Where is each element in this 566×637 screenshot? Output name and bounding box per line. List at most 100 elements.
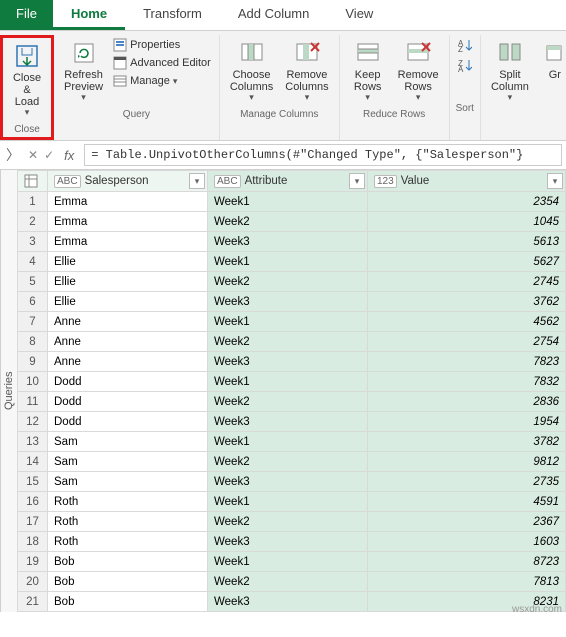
cell-salesperson[interactable]: Dodd (48, 372, 208, 392)
cell-value[interactable]: 3762 (368, 292, 566, 312)
cell-value[interactable]: 2735 (368, 472, 566, 492)
cell-attribute[interactable]: Week3 (208, 352, 368, 372)
choose-columns-button[interactable]: Choose Columns (226, 37, 277, 105)
cell-salesperson[interactable]: Emma (48, 212, 208, 232)
table-row[interactable]: 7AnneWeek14562 (18, 312, 566, 332)
cell-salesperson[interactable]: Emma (48, 192, 208, 212)
row-number[interactable]: 8 (18, 332, 48, 352)
row-number[interactable]: 5 (18, 272, 48, 292)
commit-formula-icon[interactable]: ✓ (44, 148, 54, 162)
cell-value[interactable]: 7823 (368, 352, 566, 372)
row-number[interactable]: 3 (18, 232, 48, 252)
table-row[interactable]: 3EmmaWeek35613 (18, 232, 566, 252)
filter-salesperson[interactable]: ▾ (189, 173, 205, 189)
cell-value[interactable]: 2745 (368, 272, 566, 292)
table-row[interactable]: 9AnneWeek37823 (18, 352, 566, 372)
file-tab[interactable]: File (0, 0, 53, 30)
cell-value[interactable]: 5613 (368, 232, 566, 252)
view-tab[interactable]: View (327, 0, 391, 30)
keep-rows-button[interactable]: Keep Rows (346, 37, 390, 105)
cell-value[interactable]: 5627 (368, 252, 566, 272)
cancel-formula-icon[interactable]: ✕ (28, 148, 38, 162)
cell-salesperson[interactable]: Anne (48, 312, 208, 332)
table-row[interactable]: 16RothWeek14591 (18, 492, 566, 512)
cell-value[interactable]: 3782 (368, 432, 566, 452)
cell-salesperson[interactable]: Anne (48, 352, 208, 372)
cell-value[interactable]: 1603 (368, 532, 566, 552)
refresh-preview-button[interactable]: Refresh Preview (60, 37, 107, 105)
row-number[interactable]: 21 (18, 592, 48, 612)
cell-attribute[interactable]: Week3 (208, 292, 368, 312)
cell-salesperson[interactable]: Bob (48, 592, 208, 612)
queries-pane-tab[interactable]: Queries (0, 170, 17, 612)
cell-value[interactable]: 4591 (368, 492, 566, 512)
cell-salesperson[interactable]: Anne (48, 332, 208, 352)
properties-button[interactable]: Properties (111, 37, 213, 53)
cell-salesperson[interactable]: Dodd (48, 392, 208, 412)
cell-attribute[interactable]: Week2 (208, 572, 368, 592)
cell-salesperson[interactable]: Sam (48, 432, 208, 452)
row-number[interactable]: 19 (18, 552, 48, 572)
expand-queries-toggle[interactable]: 〉 (4, 145, 22, 165)
table-row[interactable]: 20BobWeek27813 (18, 572, 566, 592)
cell-value[interactable]: 4562 (368, 312, 566, 332)
cell-attribute[interactable]: Week2 (208, 392, 368, 412)
cell-attribute[interactable]: Week2 (208, 272, 368, 292)
cell-attribute[interactable]: Week3 (208, 472, 368, 492)
cell-attribute[interactable]: Week1 (208, 312, 368, 332)
home-tab[interactable]: Home (53, 0, 125, 30)
cell-value[interactable]: 9812 (368, 452, 566, 472)
cell-attribute[interactable]: Week2 (208, 332, 368, 352)
filter-value[interactable]: ▾ (547, 173, 563, 189)
add-column-tab[interactable]: Add Column (220, 0, 328, 30)
cell-attribute[interactable]: Week3 (208, 232, 368, 252)
formula-input[interactable]: = Table.UnpivotOtherColumns(#"Changed Ty… (84, 144, 562, 166)
cell-attribute[interactable]: Week3 (208, 592, 368, 612)
cell-attribute[interactable]: Week2 (208, 452, 368, 472)
table-row[interactable]: 1EmmaWeek12354 (18, 192, 566, 212)
column-header-salesperson[interactable]: ABCSalesperson ▾ (48, 171, 208, 192)
transform-tab[interactable]: Transform (125, 0, 220, 30)
cell-salesperson[interactable]: Dodd (48, 412, 208, 432)
cell-attribute[interactable]: Week1 (208, 252, 368, 272)
split-column-button[interactable]: Split Column (487, 37, 533, 105)
table-row[interactable]: 11DoddWeek22836 (18, 392, 566, 412)
table-row[interactable]: 12DoddWeek31954 (18, 412, 566, 432)
row-number[interactable]: 6 (18, 292, 48, 312)
cell-value[interactable]: 8723 (368, 552, 566, 572)
table-row[interactable]: 5EllieWeek22745 (18, 272, 566, 292)
row-number[interactable]: 14 (18, 452, 48, 472)
sort-desc-button[interactable]: ZA (456, 57, 474, 73)
cell-attribute[interactable]: Week1 (208, 432, 368, 452)
row-number[interactable]: 1 (18, 192, 48, 212)
cell-value[interactable]: 7832 (368, 372, 566, 392)
cell-value[interactable]: 1954 (368, 412, 566, 432)
cell-value[interactable]: 1045 (368, 212, 566, 232)
column-header-value[interactable]: 123Value ▾ (368, 171, 566, 192)
group-by-button[interactable]: Gr (537, 37, 566, 83)
remove-columns-button[interactable]: Remove Columns (281, 37, 332, 105)
row-number[interactable]: 16 (18, 492, 48, 512)
table-row[interactable]: 6EllieWeek33762 (18, 292, 566, 312)
cell-value[interactable]: 2754 (368, 332, 566, 352)
row-number[interactable]: 2 (18, 212, 48, 232)
table-row[interactable]: 4EllieWeek15627 (18, 252, 566, 272)
cell-salesperson[interactable]: Bob (48, 572, 208, 592)
cell-value[interactable]: 7813 (368, 572, 566, 592)
remove-rows-button[interactable]: Remove Rows (394, 37, 443, 105)
cell-salesperson[interactable]: Ellie (48, 252, 208, 272)
column-header-attribute[interactable]: ABCAttribute ▾ (208, 171, 368, 192)
row-number[interactable]: 13 (18, 432, 48, 452)
table-row[interactable]: 2EmmaWeek21045 (18, 212, 566, 232)
row-number[interactable]: 11 (18, 392, 48, 412)
table-row[interactable]: 13SamWeek13782 (18, 432, 566, 452)
row-number[interactable]: 10 (18, 372, 48, 392)
cell-attribute[interactable]: Week3 (208, 412, 368, 432)
cell-value[interactable]: 2836 (368, 392, 566, 412)
cell-attribute[interactable]: Week2 (208, 512, 368, 532)
row-number[interactable]: 15 (18, 472, 48, 492)
row-number[interactable]: 4 (18, 252, 48, 272)
table-row[interactable]: 18RothWeek31603 (18, 532, 566, 552)
manage-button[interactable]: Manage (111, 73, 213, 89)
row-number[interactable]: 7 (18, 312, 48, 332)
